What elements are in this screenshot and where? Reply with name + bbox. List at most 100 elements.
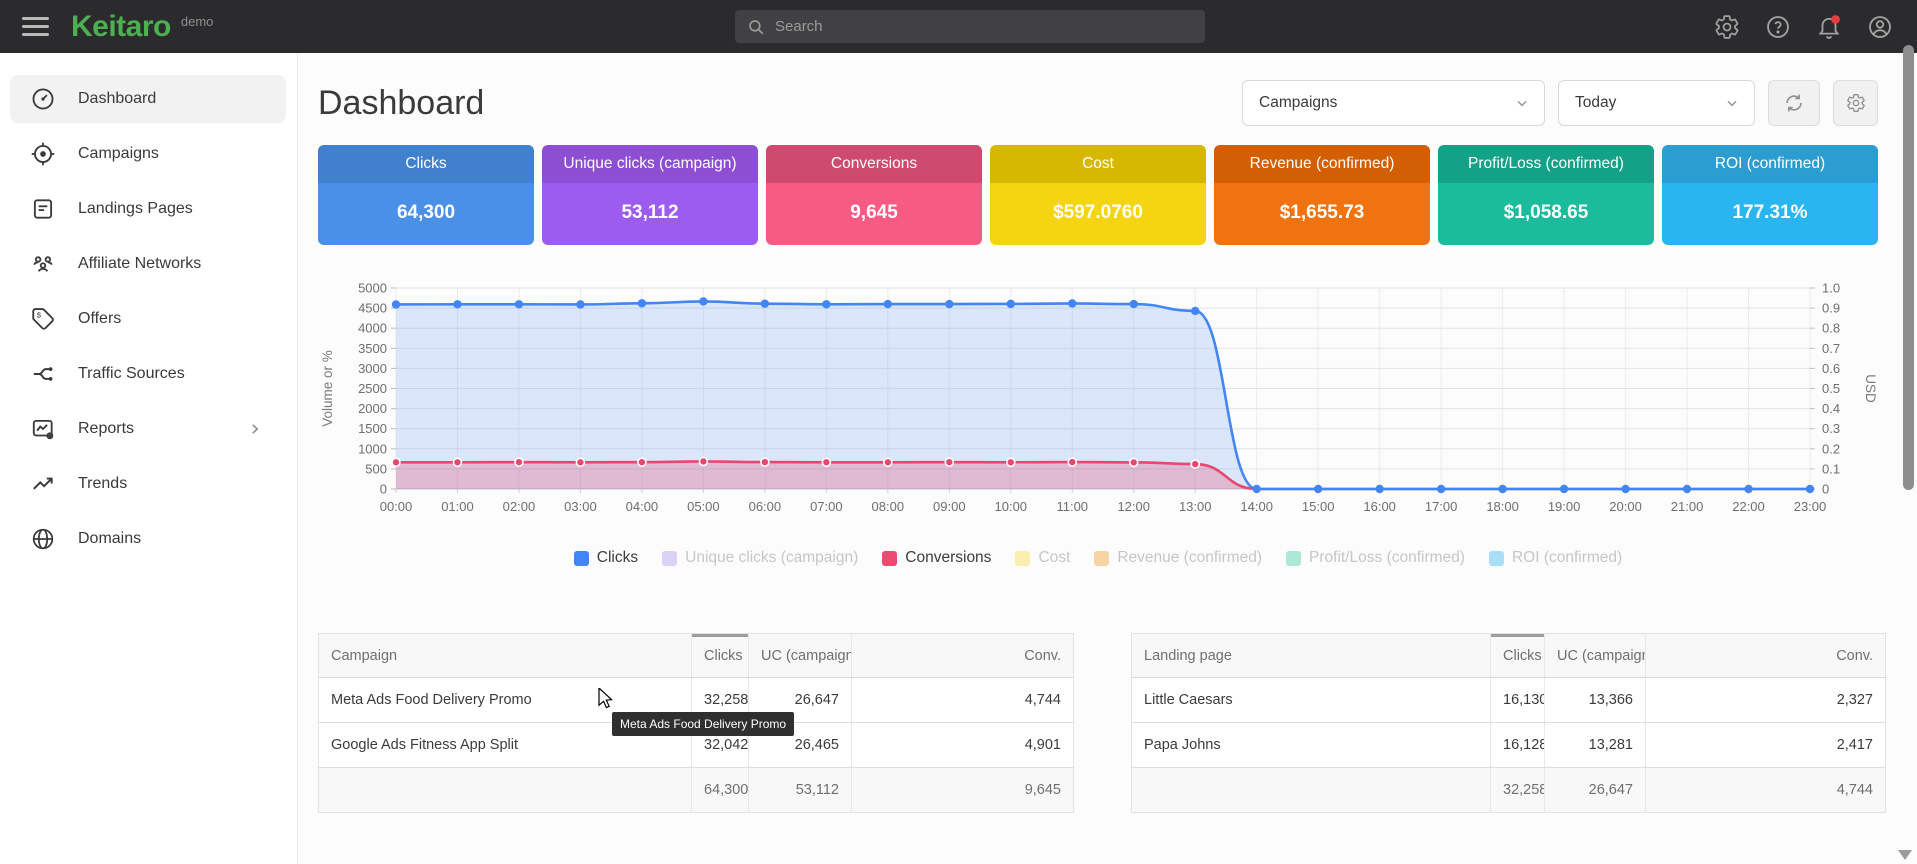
column-header[interactable]: Landing page: [1132, 634, 1491, 678]
chevron-right-icon: [246, 420, 264, 438]
metric-card-value: $597.0760: [990, 183, 1206, 245]
refresh-button[interactable]: [1768, 80, 1820, 126]
hamburger-menu-icon[interactable]: [22, 17, 49, 36]
row-value-cell: 16,128: [1491, 723, 1545, 768]
dashboard-settings-button[interactable]: [1833, 80, 1878, 126]
svg-text:1500: 1500: [358, 421, 387, 436]
metric-card-clicks[interactable]: Clicks64,300: [318, 145, 534, 245]
legend-label: Profit/Loss (confirmed): [1309, 549, 1465, 567]
scroll-down-icon[interactable]: [1898, 850, 1912, 860]
legend-swatch: [574, 551, 589, 566]
svg-text:0: 0: [1822, 482, 1829, 497]
metric-card-roi-confirmed-[interactable]: ROI (confirmed)177.31%: [1662, 145, 1878, 245]
sort-indicator: [692, 634, 749, 638]
svg-text:5000: 5000: [358, 281, 387, 296]
search-input[interactable]: [775, 18, 1205, 35]
landings-icon: [30, 196, 56, 222]
totals-empty-cell: [319, 768, 692, 813]
traffic-icon: [30, 361, 56, 387]
sidebar-item-landings-pages[interactable]: Landings Pages: [10, 185, 286, 233]
vertical-scrollbar[interactable]: [1903, 45, 1914, 490]
totals-row: 32,25826,6474,744: [1132, 768, 1886, 813]
metric-card-label: Revenue (confirmed): [1214, 145, 1430, 183]
help-icon[interactable]: [1765, 14, 1791, 40]
notifications-icon[interactable]: [1816, 14, 1842, 40]
row-value-cell: 16,130: [1491, 678, 1545, 723]
legend-swatch: [882, 551, 897, 566]
settings-icon: [1846, 93, 1866, 113]
legend-item-roi-confirmed-[interactable]: ROI (confirmed): [1489, 549, 1622, 567]
legend-item-conversions[interactable]: Conversions: [882, 549, 991, 567]
grouping-select[interactable]: Campaigns: [1242, 80, 1545, 126]
account-icon[interactable]: [1867, 14, 1893, 40]
column-header[interactable]: Conv.: [1646, 634, 1886, 678]
row-value-cell: 4,744: [852, 678, 1074, 723]
metric-card-value: 53,112: [542, 183, 758, 245]
sidebar-item-campaigns[interactable]: Campaigns: [10, 130, 286, 178]
column-header[interactable]: UC (campaign): [749, 634, 852, 678]
landings-table: Landing pageClicksUC (campaign)Conv.Litt…: [1131, 633, 1886, 813]
sidebar-item-dashboard[interactable]: Dashboard: [10, 75, 286, 123]
column-header[interactable]: Clicks: [692, 634, 749, 678]
svg-text:0.7: 0.7: [1822, 341, 1840, 356]
metric-card-conversions[interactable]: Conversions9,645: [766, 145, 982, 245]
table-row[interactable]: Papa Johns16,12813,2812,417: [1132, 723, 1886, 768]
legend-item-revenue-confirmed-[interactable]: Revenue (confirmed): [1094, 549, 1262, 567]
svg-text:USD: USD: [1863, 374, 1878, 403]
legend-swatch: [1489, 551, 1504, 566]
sidebar: Dashboard Campaigns Landings Pages Affiliat…: [0, 53, 298, 864]
sort-indicator: [1491, 634, 1545, 638]
legend-item-clicks[interactable]: Clicks: [574, 549, 638, 567]
sidebar-item-reports[interactable]: Reports: [10, 405, 286, 453]
legend-label: Unique clicks (campaign): [685, 549, 858, 567]
legend-item-profit-loss-confirmed-[interactable]: Profit/Loss (confirmed): [1286, 549, 1465, 567]
sidebar-item-label: Landings Pages: [78, 200, 193, 218]
legend-swatch: [1094, 551, 1109, 566]
sidebar-item-offers[interactable]: $Offers: [10, 295, 286, 343]
metric-card-cost[interactable]: Cost$597.0760: [990, 145, 1206, 245]
legend-item-unique-clicks-campaign-[interactable]: Unique clicks (campaign): [662, 549, 858, 567]
gear-icon[interactable]: [1714, 14, 1740, 40]
column-header[interactable]: UC (campaign): [1545, 634, 1646, 678]
topbar: Keitaro demo: [0, 0, 1917, 53]
totals-value-cell: 4,744: [1646, 768, 1886, 813]
chart-legend: Clicks Unique clicks (campaign) Conversion…: [318, 549, 1878, 567]
environment-label: demo: [181, 14, 214, 29]
totals-empty-cell: [1132, 768, 1491, 813]
sidebar-item-label: Domains: [78, 530, 141, 548]
date-range-select[interactable]: Today: [1558, 80, 1755, 126]
trends-icon: [30, 471, 56, 497]
row-value-cell: 2,417: [1646, 723, 1886, 768]
sidebar-item-domains[interactable]: Domains: [10, 515, 286, 563]
svg-text:1000: 1000: [358, 441, 387, 456]
metric-card-label: Unique clicks (campaign): [542, 145, 758, 183]
sidebar-item-trends[interactable]: Trends: [10, 460, 286, 508]
metric-card-value: 64,300: [318, 183, 534, 245]
sidebar-item-label: Offers: [78, 310, 121, 328]
sidebar-item-label: Affiliate Networks: [78, 255, 201, 273]
sidebar-item-label: Reports: [78, 420, 134, 438]
column-header[interactable]: Conv.: [852, 634, 1074, 678]
svg-text:20:00: 20:00: [1609, 499, 1642, 514]
legend-item-cost[interactable]: Cost: [1015, 549, 1070, 567]
metric-card-unique-clicks-campaign-[interactable]: Unique clicks (campaign)53,112: [542, 145, 758, 245]
svg-text:18:00: 18:00: [1486, 499, 1519, 514]
legend-swatch: [1286, 551, 1301, 566]
metric-card-value: $1,655.73: [1214, 183, 1430, 245]
svg-text:19:00: 19:00: [1548, 499, 1581, 514]
sidebar-item-affiliate-networks[interactable]: Affiliate Networks: [10, 240, 286, 288]
global-search[interactable]: [735, 10, 1205, 43]
metric-card-revenue-confirmed-[interactable]: Revenue (confirmed)$1,655.73: [1214, 145, 1430, 245]
column-header[interactable]: Campaign: [319, 634, 692, 678]
svg-text:3000: 3000: [358, 361, 387, 376]
metric-card-profit-loss-confirmed-[interactable]: Profit/Loss (confirmed)$1,058.65: [1438, 145, 1654, 245]
svg-text:0.9: 0.9: [1822, 301, 1840, 316]
table-row[interactable]: Little Caesars16,13013,3662,327: [1132, 678, 1886, 723]
search-icon: [747, 18, 765, 36]
column-header[interactable]: Clicks: [1491, 634, 1545, 678]
affiliate-icon: [30, 251, 56, 277]
metric-card-value: 9,645: [766, 183, 982, 245]
app-logo[interactable]: Keitaro: [71, 10, 171, 44]
metric-card-label: Clicks: [318, 145, 534, 183]
sidebar-item-traffic-sources[interactable]: Traffic Sources: [10, 350, 286, 398]
